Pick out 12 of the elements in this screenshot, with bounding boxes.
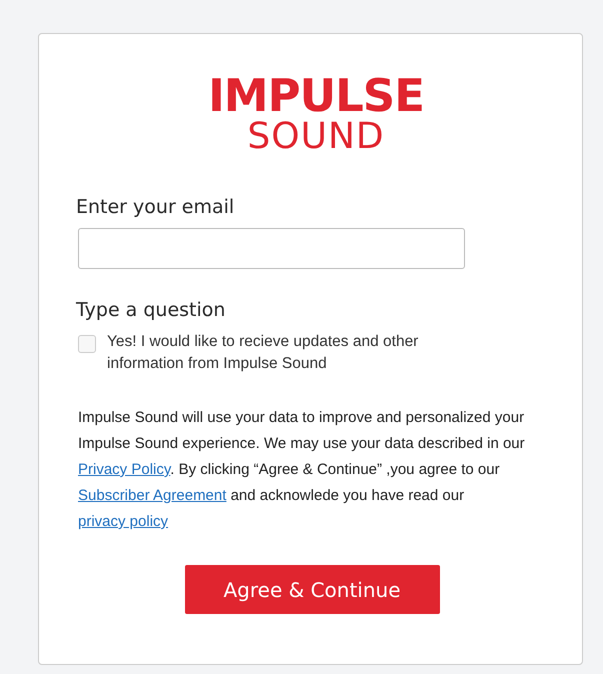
agree-button[interactable]: Agree & Continue: [184, 565, 440, 614]
logo-text: IMPULSE: [208, 74, 424, 118]
checkbox[interactable]: [78, 335, 96, 353]
link[interactable]: Subscriber Agreement: [78, 487, 226, 504]
field-label: Enter your email: [76, 196, 236, 218]
section-heading: Type a question: [76, 299, 226, 321]
link[interactable]: privacy policy: [78, 513, 168, 530]
checkbox-label: Yes! I would like to recieve updates and other information from Impulse Sound: [107, 332, 420, 374]
link[interactable]: Privacy Policy: [78, 461, 170, 478]
email-field[interactable]: [78, 228, 465, 269]
logo-text: SOUND: [247, 118, 385, 156]
notice-paragraph: Impulse Sound will use your data to improve and personalized your Impulse Sound experience. We may use your data described in our Privacy Policy. By clicking “Agree & Continue” ,you agree to our Subscriber Agreement and acknowlede you have read our privacy policy: [78, 408, 526, 532]
